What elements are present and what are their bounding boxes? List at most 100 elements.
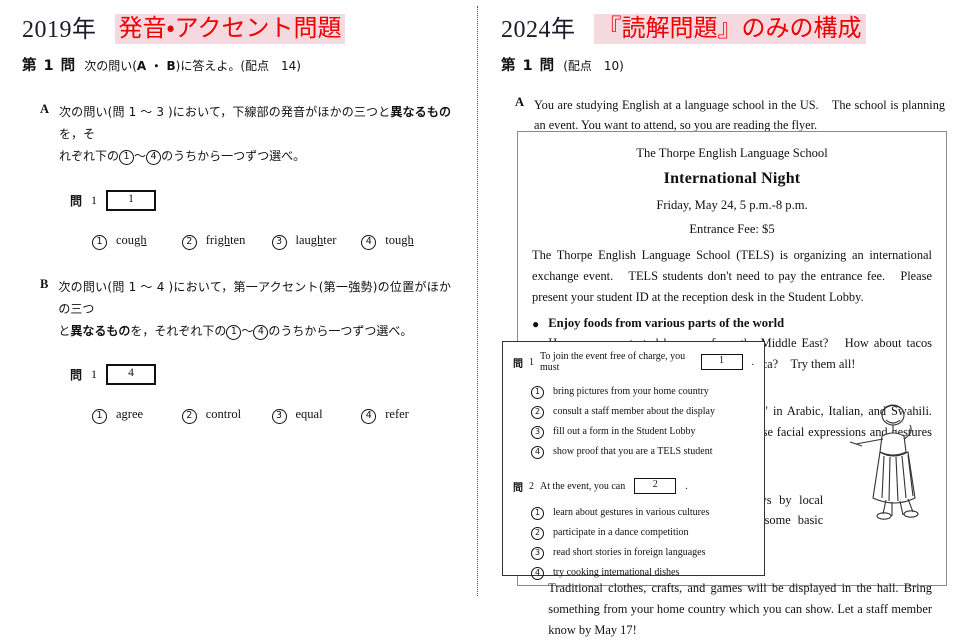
- section-a: A 次の問い(問 1 ～ 3 )において，下線部の発音がほかの三つと異なるものを…: [0, 101, 477, 250]
- choice-number-icon: 2: [181, 234, 197, 250]
- question-stem: To join the event free of charge, you mu…: [540, 351, 686, 373]
- question-1-options: 1 bring pictures from your home country …: [513, 386, 754, 459]
- choice-item[interactable]: 1 agree: [92, 407, 182, 425]
- reading-lead: A You are studying English at a language…: [479, 95, 965, 136]
- option-number-icon: 2: [531, 406, 544, 419]
- question-2-stem-row: 問 2 At the event, you can 2 .: [513, 478, 754, 494]
- lead-text: You are studying English at a language s…: [534, 98, 945, 133]
- option-item[interactable]: 3 fill out a form in the Student Lobby: [531, 426, 754, 439]
- choice-number-icon: 1: [92, 234, 107, 250]
- section-b-mon-row: 問 1 4: [40, 364, 451, 386]
- right-daimon-text: (配点 10): [563, 59, 624, 73]
- option-item[interactable]: 3 read short stories in foreign language…: [531, 547, 754, 560]
- question-label: 問: [513, 358, 523, 370]
- left-daimon-row: 第 1 問 次の問い(A ・ B)に答えよ。(配点 14): [0, 54, 477, 75]
- choice-text: refer: [385, 407, 409, 422]
- question-number: 1: [529, 356, 534, 368]
- bullet-heading: Enjoy foods from various parts of the wo…: [548, 316, 785, 331]
- option-number-icon: 3: [531, 426, 544, 439]
- section-a-letter: A: [40, 102, 50, 116]
- bullet-body: Traditional clothes, crafts, and games w…: [548, 581, 932, 637]
- option-number-icon: 3: [531, 547, 544, 560]
- option-text: fill out a form in the Student Lobby: [553, 426, 696, 437]
- section-b: B 次の問い(問 1 ～ 4 )において，第一アクセント(第一強勢)の位置がほか…: [0, 276, 477, 425]
- choice-text: cough: [116, 232, 147, 247]
- right-year-label: 2024年: [501, 17, 576, 43]
- option-item[interactable]: 1 learn about gestures in various cultur…: [531, 507, 754, 520]
- question-label: 問: [513, 482, 523, 494]
- right-panel-header: 2024年 『読解問題』のみの構成: [479, 0, 965, 44]
- choice-text: laughter: [295, 232, 337, 247]
- section-b-instruction: 次の問い(問 1 ～ 4 )において，第一アクセント(第一強勢)の位置がほかの三…: [58, 279, 451, 340]
- option-number-icon: 4: [531, 567, 544, 580]
- question-period: .: [751, 356, 755, 368]
- choice-number-icon: 2: [181, 409, 197, 425]
- option-number-icon: 2: [531, 527, 544, 540]
- section-b-choices: 1 agree 2 control 3 equal 4 refer: [40, 407, 451, 425]
- choice-item[interactable]: 2 control: [181, 407, 272, 425]
- left-highlight-title: 発音・アクセント問題: [114, 13, 346, 44]
- choice-text: tough: [385, 232, 414, 247]
- choice-item[interactable]: 3 equal: [271, 407, 362, 425]
- question-overlay-card: 問 1 To join the event free of charge, yo…: [502, 341, 765, 580]
- option-text: show proof that you are a TELS student: [553, 446, 713, 457]
- right-highlight-title: 『読解問題』のみの構成: [593, 13, 866, 44]
- mon-label: 問: [70, 193, 83, 208]
- question-2-options: 1 learn about gestures in various cultur…: [513, 507, 754, 580]
- option-number-icon: 1: [531, 507, 544, 520]
- section-b-letter: B: [40, 276, 49, 291]
- circled-4: 4: [146, 150, 162, 166]
- flyer-title: International Night: [663, 170, 801, 187]
- choice-number-icon: 3: [271, 409, 287, 425]
- choice-number-icon: 3: [271, 234, 287, 250]
- option-item[interactable]: 4 show proof that you are a TELS student: [531, 446, 754, 459]
- choice-item[interactable]: 1 cough: [92, 233, 182, 250]
- option-item[interactable]: 1 bring pictures from your home country: [531, 386, 754, 399]
- option-item[interactable]: 4 try cooking international dishes: [531, 567, 754, 580]
- circled-4: 4: [253, 324, 269, 340]
- right-daimon-row: 第 1 問 (配点 10): [479, 54, 965, 75]
- left-panel-2019: 2019年 発音・アクセント問題 第 1 問 次の問い(A ・ B)に答えよ。(…: [0, 0, 477, 602]
- option-number-icon: 4: [531, 446, 544, 459]
- choice-number-icon: 4: [361, 234, 377, 250]
- answer-box-a1[interactable]: 1: [106, 189, 157, 211]
- question-spacer: [513, 466, 754, 478]
- question-period: .: [685, 480, 688, 492]
- flyer-datetime: Friday, May 24, 5 p.m.-8 p.m.: [656, 198, 808, 212]
- option-text: learn about gestures in various cultures: [553, 507, 710, 518]
- choice-item[interactable]: 4 refer: [361, 407, 451, 425]
- question-1-stem-row: 問 1 To join the event free of charge, yo…: [513, 351, 754, 373]
- choice-number-icon: 1: [92, 409, 107, 425]
- flyer-intro-paragraph: The Thorpe English Language School (TELS…: [532, 248, 932, 304]
- answer-box-q1[interactable]: 1: [700, 354, 743, 370]
- panel-divider: [477, 6, 478, 596]
- option-text: bring pictures from your home country: [553, 386, 709, 397]
- choice-text: agree: [116, 407, 144, 422]
- section-a-choices: 1 cough 2 frighten 3 laughter 4 tough: [40, 233, 451, 250]
- circled-1: 1: [226, 324, 242, 340]
- right-daimon-number: 第 1 問: [501, 58, 556, 74]
- mon-label: 問: [70, 368, 83, 383]
- mon-number: 1: [91, 192, 98, 207]
- choice-item[interactable]: 2 frighten: [181, 232, 272, 250]
- choice-item[interactable]: 3 laughter: [271, 232, 362, 250]
- choice-number-icon: 4: [361, 409, 377, 425]
- left-daimon-text: 次の問い(A ・ B)に答えよ。(配点 14): [84, 59, 301, 73]
- choice-item[interactable]: 4 tough: [361, 233, 451, 250]
- question-stem: At the event, you can: [540, 480, 626, 492]
- option-text: participate in a dance competition: [553, 527, 689, 538]
- option-text: read short stories in foreign languages: [553, 547, 706, 558]
- circled-1: 1: [119, 150, 135, 166]
- answer-box-q2[interactable]: 2: [634, 478, 677, 494]
- option-text: consult a staff member about the display: [553, 406, 715, 417]
- left-panel-header: 2019年 発音・アクセント問題: [0, 0, 477, 44]
- option-item[interactable]: 2 participate in a dance competition: [531, 527, 754, 540]
- flyer-fee: Entrance Fee: $5: [689, 222, 775, 236]
- option-item[interactable]: 2 consult a staff member about the displ…: [531, 406, 754, 419]
- flyer-school-name: The Thorpe English Language School: [636, 146, 828, 160]
- choice-text: frighten: [205, 232, 246, 247]
- question-number: 2: [529, 480, 534, 492]
- slide-root: 2019年 発音・アクセント問題 第 1 問 次の問い(A ・ B)に答えよ。(…: [0, 0, 965, 637]
- choice-text: control: [205, 407, 242, 422]
- answer-box-b1[interactable]: 4: [106, 364, 157, 386]
